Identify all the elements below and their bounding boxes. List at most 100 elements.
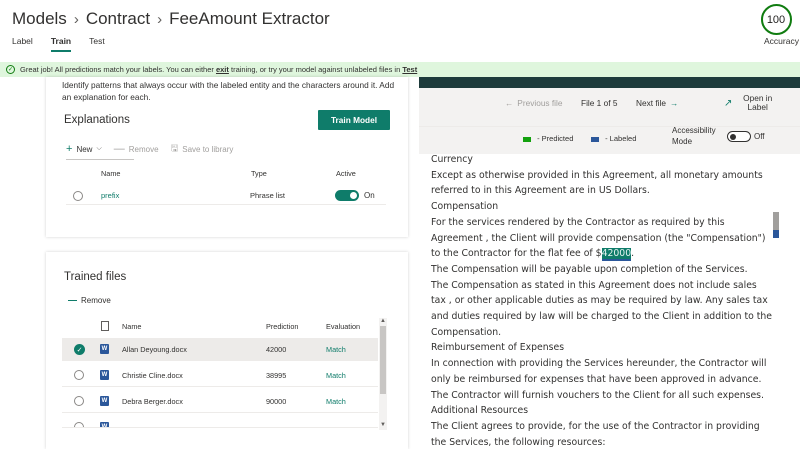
explanation-row[interactable]: prefix Phrase list On	[66, 187, 386, 274]
new-button[interactable]: + New ⌵	[66, 143, 102, 155]
column-header-active: Active	[336, 169, 356, 178]
word-doc-icon: W	[100, 370, 109, 380]
tab-test[interactable]: Test	[89, 36, 105, 52]
word-doc-icon: W	[100, 396, 109, 406]
scroll-up-icon[interactable]: ▲	[380, 318, 386, 324]
table-row[interactable]: ✓ W Allan Deyoung.docx 42000 Match	[62, 338, 378, 361]
file-prediction: 90000	[266, 397, 287, 406]
file-evaluation: Match	[326, 371, 346, 380]
legend-labeled-label: - Labeled	[605, 134, 637, 143]
breadcrumb-models[interactable]: Models	[12, 9, 67, 29]
remove-trained-file-button[interactable]: Remove	[68, 296, 111, 305]
train-model-button[interactable]: Train Model	[318, 110, 390, 130]
doc-heading: Currency	[431, 154, 473, 165]
banner-prefix: Great job! All predictions match your la…	[20, 65, 214, 74]
new-label: New	[76, 144, 93, 154]
scrollbar-thumb[interactable]	[380, 326, 386, 394]
legend-labeled: - Labeled	[591, 134, 636, 143]
remove-label: Remove	[128, 144, 159, 154]
checkmark-icon[interactable]: ✓	[74, 344, 85, 355]
doc-paragraph: The Compensation as stated in this Agree…	[431, 279, 773, 338]
column-header-name: Name	[122, 322, 142, 331]
legend-predicted-label: - Predicted	[537, 134, 574, 143]
doc-paragraph: For the services rendered by the Contrac…	[431, 215, 773, 262]
explanations-title: Explanations	[64, 114, 130, 126]
minus-icon: —	[113, 143, 125, 155]
doc-text: For the services rendered by the Contrac…	[431, 216, 766, 260]
accessibility-mode-toggle[interactable]	[727, 131, 751, 142]
active-toggle-label: On	[364, 191, 375, 200]
chevron-down-icon: ⌵	[96, 145, 102, 152]
explanation-name[interactable]: prefix	[101, 191, 119, 200]
doc-heading: Compensation	[431, 201, 499, 213]
accessibility-mode-state: Off	[754, 132, 765, 141]
next-file-label: Next file	[636, 98, 666, 108]
file-name: Christie Cline.docx	[122, 371, 183, 380]
row-select-radio[interactable]	[73, 191, 83, 201]
column-header-name: Name	[101, 169, 121, 178]
plus-icon: +	[66, 143, 73, 155]
file-evaluation: Match	[326, 397, 346, 406]
open-external-icon: ↗	[724, 97, 733, 109]
file-position: File 1 of 5	[581, 98, 618, 108]
breadcrumb-contract[interactable]: Contract	[86, 9, 150, 29]
exit-link[interactable]: exit	[216, 65, 229, 74]
document-viewer: ← Previous file File 1 of 5 Next file → …	[419, 77, 800, 449]
labeled-entity-highlight[interactable]: 42000	[601, 248, 632, 262]
row-select-radio[interactable]	[74, 396, 84, 406]
arrow-right-icon: →	[669, 98, 679, 108]
table-row[interactable]: W	[62, 416, 378, 428]
predicted-swatch	[523, 136, 531, 142]
file-name: Debra Berger.docx	[122, 397, 183, 406]
column-header-prediction: Prediction	[266, 322, 299, 331]
table-row[interactable]: W Christie Cline.docx 38995 Match	[62, 364, 378, 387]
table-scrollbar[interactable]: ▲ ▼	[379, 318, 387, 430]
scroll-down-icon[interactable]: ▼	[380, 422, 386, 428]
previous-file-button[interactable]: ← Previous file	[505, 98, 563, 108]
arrow-left-icon: ←	[505, 98, 514, 108]
file-prediction: 42000	[266, 345, 287, 354]
remove-label: Remove	[81, 296, 111, 305]
trained-files-panel: Trained files Remove Name Prediction Eva…	[46, 252, 408, 449]
accuracy-label: Accuracy	[764, 36, 799, 46]
previous-file-label: Previous file	[517, 98, 563, 108]
row-select-radio[interactable]	[74, 370, 84, 380]
left-gutter	[0, 77, 8, 449]
minus-icon	[68, 300, 77, 301]
doc-heading: Reimbursement of Expenses	[431, 342, 565, 354]
word-doc-icon: W	[100, 422, 109, 427]
doc-paragraph: Except as otherwise provided in this Agr…	[431, 169, 763, 197]
open-in-label-button[interactable]: ↗ Open in Label	[724, 94, 778, 112]
chevron-right-icon: ›	[73, 10, 79, 28]
accuracy-indicator: 100 Accuracy	[752, 4, 800, 46]
test-link[interactable]: Test	[402, 65, 417, 74]
save-label: Save to library	[182, 144, 234, 154]
chevron-right-icon: ›	[157, 10, 163, 28]
page-title: FeeAmount Extractor	[169, 9, 330, 28]
checkmark-icon: ✓	[6, 65, 15, 74]
active-toggle[interactable]	[335, 190, 359, 201]
document-text: Currency Except as otherwise provided in…	[431, 152, 773, 449]
open-in-label-text: Open in Label	[743, 93, 773, 112]
accuracy-ring: 100	[760, 4, 792, 35]
tab-train[interactable]: Train	[50, 36, 72, 52]
next-file-button[interactable]: Next file →	[636, 98, 678, 108]
tab-bar: Label Train Test	[12, 36, 123, 52]
tab-label[interactable]: Label	[12, 36, 33, 52]
file-prediction: 38995	[266, 371, 287, 380]
remove-button[interactable]: — Remove	[114, 143, 159, 155]
viewer-header-bar	[419, 77, 800, 88]
table-row[interactable]: W Debra Berger.docx 90000 Match	[62, 390, 378, 413]
doc-paragraph: The Client agrees to provide, for the us…	[431, 420, 760, 448]
row-select-radio[interactable]	[74, 422, 84, 427]
doc-paragraph: The Compensation will be payable upon co…	[431, 263, 748, 275]
accessibility-mode-label: Accessibility Mode	[672, 126, 716, 146]
success-banner: ✓ Great job! All predictions match your …	[0, 62, 800, 77]
save-to-library-button[interactable]: 🖫 Save to library	[171, 141, 234, 157]
document-scrollbar[interactable]	[773, 212, 779, 230]
word-doc-icon: W	[100, 344, 109, 354]
explanations-description: Identify patterns that always occur with…	[62, 80, 395, 102]
column-header-type: Type	[251, 169, 267, 178]
doc-paragraph: The Contractor will furnish vouchers to …	[431, 389, 764, 401]
column-header-evaluation: Evaluation	[326, 322, 361, 331]
